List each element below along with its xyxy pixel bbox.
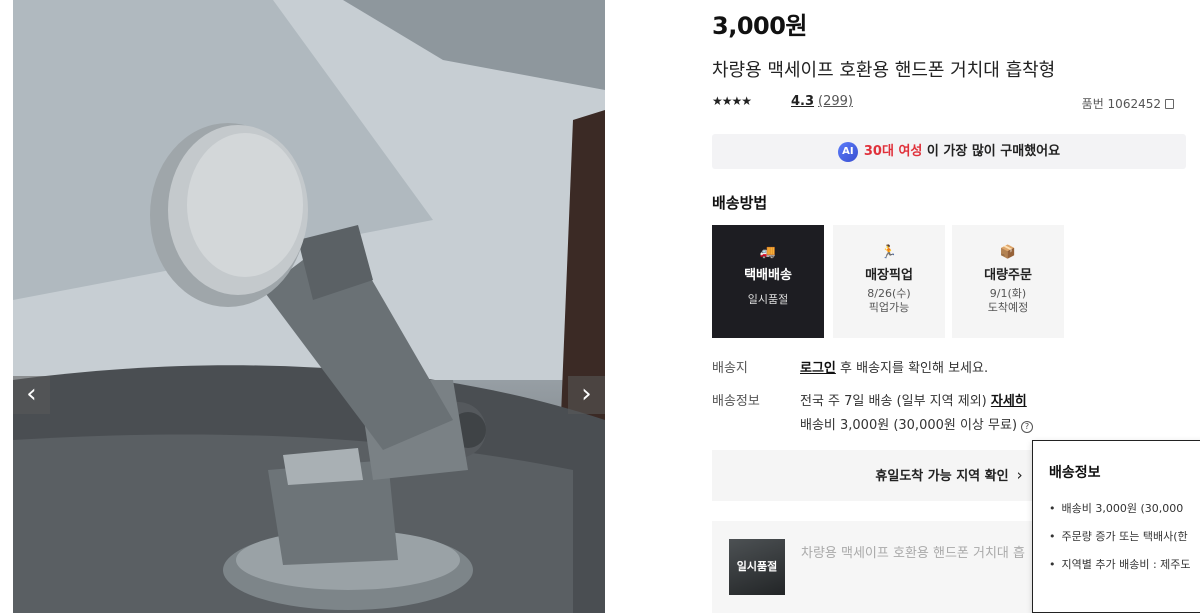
- product-price: 3,000원: [712, 12, 808, 40]
- bulk-box-icon: 📦: [999, 245, 1017, 260]
- chevron-right-icon: ›: [1016, 466, 1023, 484]
- product-photo: [13, 0, 605, 613]
- ai-banner-text: 이 가장 많이 구매했어요: [922, 144, 1061, 159]
- shipping-info-value: 전국 주 7일 배송 (일부 지역 제외) 자세히: [800, 390, 1027, 409]
- destination-row: 배송지 로그인 후 배송지를 확인해 보세요.: [712, 357, 1186, 376]
- pickup-date: 8/26(수): [867, 287, 911, 300]
- tooltip-list: 배송비 3,000원 (30,000 주문량 증가 또는 택배사(한 지역별 추…: [1049, 501, 1191, 585]
- shipping-option-date: 8/26(수) 픽업가능: [833, 287, 945, 315]
- bulk-date: 9/1(화): [989, 287, 1027, 300]
- shipping-fee: 배송비 3,000원 (30,000원 이상 무료)?: [800, 414, 1034, 433]
- login-link[interactable]: 로그인: [800, 361, 836, 376]
- shipping-option-delivery[interactable]: 🚚 택배배송 일시품절: [712, 225, 824, 338]
- shipping-info-label: 배송정보: [712, 394, 760, 409]
- mini-product-title: 차량용 맥세이프 호환용 핸드폰 거치대 흡: [801, 546, 1025, 561]
- shipping-option-bulk[interactable]: 📦 대량주문 9/1(화) 도착예정: [952, 225, 1064, 338]
- shipping-option-label: 매장픽업: [865, 268, 913, 283]
- shipping-fee-text: 배송비 3,000원 (30,000원 이상 무료): [800, 418, 1018, 433]
- shipping-option-pickup[interactable]: 🏃 매장픽업 8/26(수) 픽업가능: [833, 225, 945, 338]
- shipping-option-status: 일시품절: [747, 293, 789, 306]
- tooltip-item: 지역별 추가 배송비 : 제주도: [1049, 557, 1191, 585]
- tooltip-item: 주문량 증가 또는 택배사(한: [1049, 529, 1191, 557]
- destination-value: 로그인 후 배송지를 확인해 보세요.: [800, 357, 988, 376]
- shipping-method-heading: 배송방법: [712, 194, 768, 212]
- shipping-option-label: 대량주문: [984, 268, 1032, 283]
- tooltip-title: 배송정보: [1049, 465, 1101, 481]
- product-title: 차량용 맥세이프 호환용 핸드폰 거치대 흡착형: [712, 60, 1056, 81]
- shipping-info-text: 전국 주 7일 배송 (일부 지역 제외): [800, 394, 987, 409]
- rating-row: ★★★★ 4.3 (299) 품번 1062452: [712, 94, 1188, 114]
- rating-score[interactable]: 4.3: [791, 94, 814, 109]
- holiday-button-label: 휴일도착 가능 지역 확인: [875, 469, 1009, 484]
- copy-icon[interactable]: [1165, 99, 1174, 109]
- sku-text: 품번 1062452: [1081, 97, 1161, 111]
- next-image-arrow[interactable]: ›: [568, 376, 605, 414]
- delivery-truck-icon: 🚚: [759, 245, 777, 260]
- star-rating-icon: ★★★★: [712, 94, 752, 108]
- ai-highlight-text: 30대 여성: [863, 144, 923, 159]
- review-count-link[interactable]: (299): [818, 94, 853, 109]
- destination-label: 배송지: [712, 361, 748, 376]
- product-image-gallery: ‹ ›: [13, 0, 605, 613]
- soldout-overlay: 일시품절: [729, 539, 785, 595]
- ai-badge-icon: AI: [837, 141, 858, 162]
- shipping-info-tooltip: 배송정보 배송비 3,000원 (30,000 주문량 증가 또는 택배사(한 …: [1032, 440, 1200, 613]
- mini-product-thumbnail: 일시품절: [729, 539, 785, 595]
- shipping-detail-link[interactable]: 자세히: [991, 394, 1027, 409]
- pickup-status: 픽업가능: [868, 301, 910, 314]
- shipping-option-label: 택배배송: [744, 268, 792, 283]
- bulk-status: 도착예정: [987, 301, 1029, 314]
- ai-recommendation-banner: AI 30대 여성 이 가장 많이 구매했어요: [712, 134, 1186, 169]
- shipping-option-date: 9/1(화) 도착예정: [952, 287, 1064, 315]
- pickup-runner-icon: 🏃: [880, 245, 898, 260]
- help-icon[interactable]: ?: [1021, 421, 1034, 433]
- prev-image-arrow[interactable]: ‹: [13, 376, 50, 414]
- tooltip-item: 배송비 3,000원 (30,000: [1049, 501, 1191, 529]
- shipping-info-row: 배송정보 전국 주 7일 배송 (일부 지역 제외) 자세히 배송비 3,000…: [712, 390, 1186, 434]
- destination-hint: 후 배송지를 확인해 보세요.: [835, 361, 989, 376]
- product-sku: 품번 1062452: [1082, 95, 1174, 112]
